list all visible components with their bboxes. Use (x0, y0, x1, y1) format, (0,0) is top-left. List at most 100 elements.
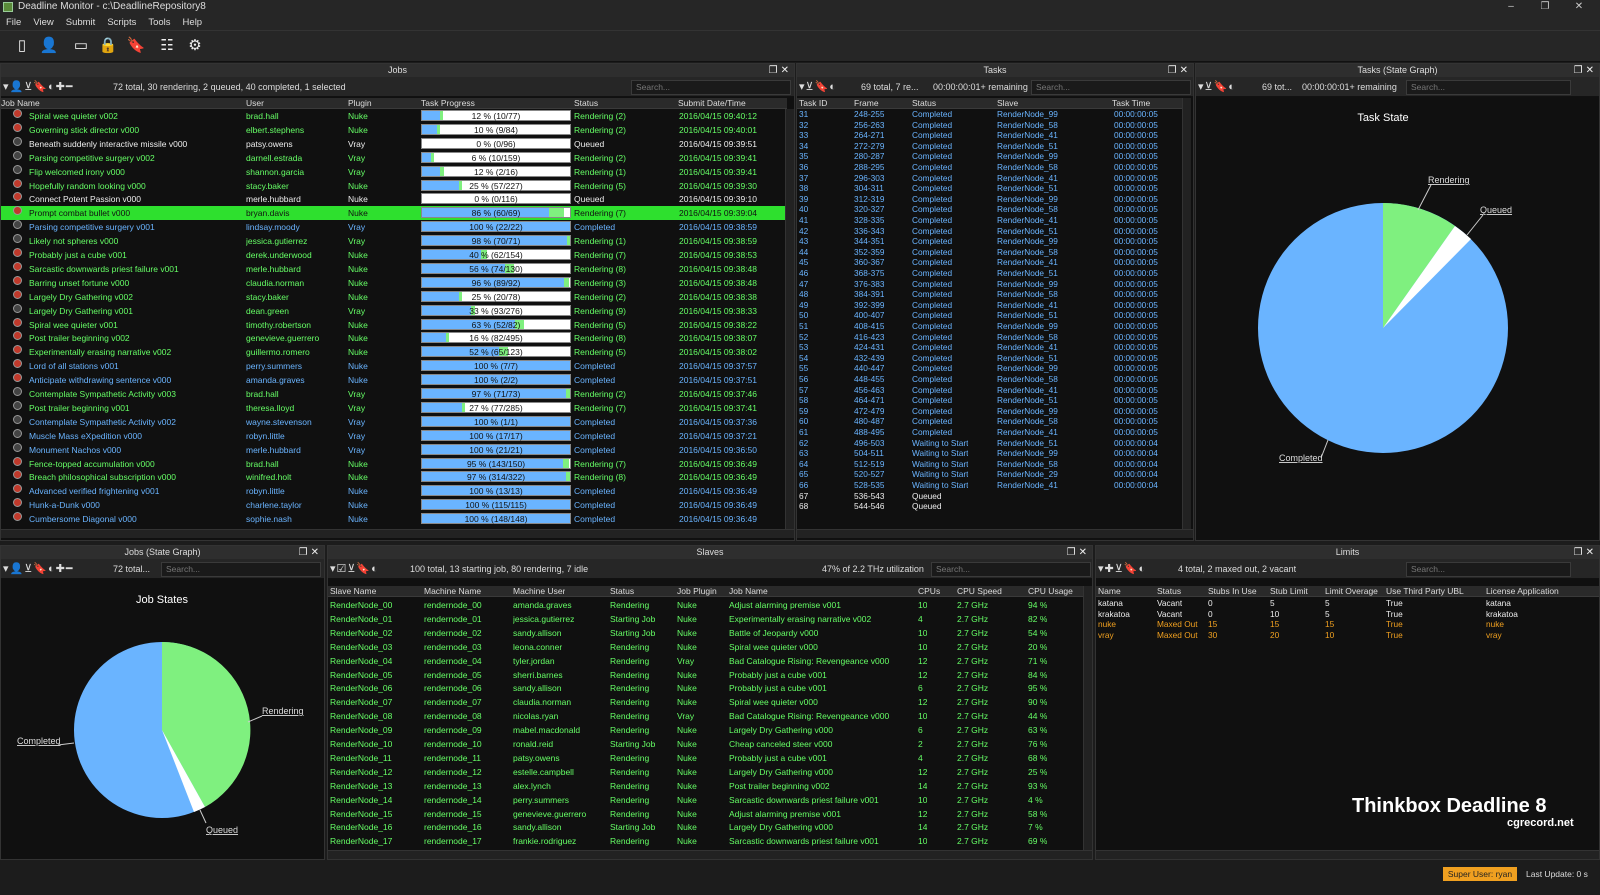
table-row[interactable]: 36 288-295 Completed RenderNode_58 00:00:00:… (797, 162, 1183, 173)
table-row[interactable]: nuke Maxed Out 15 15 15 True nuke (1096, 619, 1599, 630)
panel-float-close-icon[interactable]: ❐✕ (1168, 64, 1191, 77)
table-row[interactable]: 40 320-327 Completed RenderNode_58 00:00:00:… (797, 204, 1183, 215)
table-row[interactable]: 57 456-463 Completed RenderNode_41 00:00:00:… (797, 385, 1183, 396)
column-header-8[interactable]: CPU Usage (1028, 586, 1073, 597)
table-row[interactable]: 39 312-319 Completed RenderNode_99 00:00:00:… (797, 194, 1183, 205)
table-row[interactable]: Sarcastic downwards priest failure v001 m… (1, 261, 787, 276)
table-row[interactable]: Connect Potent Passion v000 merle.hubbard… (1, 192, 787, 206)
table-row[interactable]: Monument Nachos v000 merle.hubbard Vray Com… (1, 442, 787, 457)
column-header-0[interactable]: Task ID (799, 98, 827, 109)
column-header-1[interactable]: Status (1157, 586, 1181, 597)
column-header-1[interactable]: Machine Name (424, 586, 481, 597)
minimize-button[interactable]: – (1494, 0, 1528, 13)
slaves-toolbar-icons[interactable]: ▾☑⊻🔖◐ (330, 562, 379, 576)
table-row[interactable]: 49 392-399 Completed RenderNode_41 00:00:00:… (797, 300, 1183, 311)
table-row[interactable]: 52 416-423 Completed RenderNode_58 00:00:00:… (797, 332, 1183, 343)
column-header-0[interactable]: Job Name (1, 98, 40, 109)
table-row[interactable]: Parsing competitive surgery v002 darnell.… (1, 150, 787, 165)
table-row[interactable]: 59 472-479 Completed RenderNode_99 00:00:00:… (797, 406, 1183, 417)
table-row[interactable]: RenderNode_10 rendernode_10 ronald.reid Sta… (328, 737, 1083, 751)
column-header-0[interactable]: Slave Name (330, 586, 376, 597)
table-row[interactable]: 44 352-359 Completed RenderNode_58 00:00:00:… (797, 247, 1183, 258)
task-state-search-input[interactable]: Search... (1406, 80, 1571, 95)
table-row[interactable]: 42 336-343 Completed RenderNode_51 00:00:00:… (797, 226, 1183, 237)
table-row[interactable]: RenderNode_08 rendernode_08 nicolas.ryan Re… (328, 709, 1083, 723)
table-row[interactable]: 50 400-407 Completed RenderNode_51 00:00:00:… (797, 310, 1183, 321)
limits-horizontal-scrollbar[interactable] (1096, 850, 1599, 859)
bookmark-icon[interactable]: 🔖 (125, 36, 147, 56)
column-header-3[interactable]: Status (610, 586, 634, 597)
table-row[interactable]: Prompt combat bullet v000 bryan.davis Nuke… (1, 206, 787, 221)
column-header-4[interactable]: Limit Overage (1325, 586, 1378, 597)
table-row[interactable]: Spiral wee quieter v002 brad.hall Nuke Rend… (1, 109, 787, 123)
job-state-search-input[interactable]: Search... (161, 562, 321, 577)
limits-toolbar-icons[interactable]: ▾✚⊻🔖◐ (1098, 562, 1146, 576)
table-row[interactable]: RenderNode_06 rendernode_06 sandy.allison R… (328, 681, 1083, 695)
table-row[interactable]: 31 248-255 Completed RenderNode_99 00:00:00:… (797, 109, 1183, 120)
column-header-2[interactable]: Plugin (348, 98, 372, 109)
table-row[interactable]: RenderNode_00 rendernode_00 amanda.graves R… (328, 598, 1083, 612)
close-window-button[interactable]: ✕ (1562, 0, 1596, 13)
table-row[interactable]: vray Maxed Out 30 20 10 True vray (1096, 630, 1599, 641)
table-row[interactable]: 32 256-263 Completed RenderNode_58 00:00:00:… (797, 120, 1183, 131)
panel-float-close-icon[interactable]: ❐✕ (769, 64, 792, 77)
table-row[interactable]: RenderNode_11 rendernode_11 patsy.owens Ren… (328, 751, 1083, 765)
table-row[interactable]: Hunk-a-Dunk v000 charlene.taylor Nuke Compl… (1, 498, 787, 512)
table-row[interactable]: Fence-topped accumulation v000 brad.hall N… (1, 456, 787, 471)
table-row[interactable]: Governing stick director v000 elbert.step… (1, 122, 787, 137)
table-row[interactable]: Largely Dry Gathering v002 stacy.baker Nuk… (1, 289, 787, 304)
table-row[interactable]: 33 264-271 Completed RenderNode_41 00:00:00:… (797, 130, 1183, 141)
table-row[interactable]: 56 448-455 Completed RenderNode_58 00:00:00:… (797, 374, 1183, 385)
menu-scripts[interactable]: Scripts (101, 14, 142, 31)
table-row[interactable]: Cumbersome Diagonal v000 sophie.nash Nuke C… (1, 512, 787, 526)
table-row[interactable]: 65 520-527 Waiting to Start RenderNode_29 00… (797, 469, 1183, 480)
table-row[interactable]: 37 296-303 Completed RenderNode_41 00:00:00:… (797, 173, 1183, 184)
table-row[interactable]: Beneath suddenly interactive missile v00… (1, 136, 787, 151)
table-row[interactable]: RenderNode_15 rendernode_15 genevieve.guer… (328, 807, 1083, 821)
table-row[interactable]: Anticipate withdrawing sentence v000 aman… (1, 373, 787, 387)
jobs-vertical-scrollbar[interactable] (785, 109, 794, 529)
table-row[interactable]: katana Vacant 0 5 5 True katana (1096, 598, 1599, 609)
slaves-horizontal-scrollbar[interactable] (328, 850, 1092, 859)
table-row[interactable]: Flip welcomed irony v000 shannon.garcia Vr… (1, 164, 787, 179)
table-row[interactable]: Probably just a cube v001 derek.underwood… (1, 248, 787, 262)
table-row[interactable]: RenderNode_12 rendernode_12 estelle.campbe… (328, 765, 1083, 779)
column-header-3[interactable]: Slave (997, 98, 1018, 109)
user-icon[interactable]: 👤 (38, 36, 60, 56)
column-header-2[interactable]: Stubs In Use (1208, 586, 1257, 597)
table-row[interactable]: 43 344-351 Completed RenderNode_99 00:00:00:… (797, 236, 1183, 247)
menu-view[interactable]: View (27, 14, 59, 31)
table-row[interactable]: Contemplate Sympathetic Activity v002 way… (1, 414, 787, 429)
table-row[interactable]: Likely not spheres v000 jessica.gutierrez… (1, 234, 787, 248)
jobs-toolbar-icons[interactable]: ▾👤⊻🔖◐✚━ (3, 80, 73, 94)
table-row[interactable]: 38 304-311 Completed RenderNode_51 00:00:00:… (797, 183, 1183, 194)
table-row[interactable]: 34 272-279 Completed RenderNode_51 00:00:00:… (797, 141, 1183, 152)
table-row[interactable]: 63 504-511 Waiting to Start RenderNode_99 00… (797, 448, 1183, 459)
table-row[interactable]: 45 360-367 Completed RenderNode_41 00:00:00:… (797, 257, 1183, 268)
monitor-icon[interactable]: ▭ (70, 36, 92, 56)
table-row[interactable]: Lord of all stations v001 perry.summers Nu… (1, 359, 787, 373)
table-row[interactable]: RenderNode_07 rendernode_07 claudia.norman… (328, 695, 1083, 709)
panel-float-close-icon[interactable]: ❐✕ (1067, 546, 1090, 559)
table-row[interactable]: 51 408-415 Completed RenderNode_99 00:00:00:… (797, 321, 1183, 332)
tasks-search-input[interactable]: Search... (1031, 80, 1191, 95)
panel-float-close-icon[interactable]: ❐✕ (1574, 546, 1597, 559)
table-row[interactable]: Experimentally erasing narrative v002 gui… (1, 345, 787, 359)
table-row[interactable]: 55 440-447 Completed RenderNode_99 00:00:00:… (797, 363, 1183, 374)
table-row[interactable]: Post trailer beginning v002 genevieve.gue… (1, 331, 787, 345)
table-row[interactable]: RenderNode_02 rendernode_02 sandy.allison S… (328, 626, 1083, 640)
table-row[interactable]: RenderNode_03 rendernode_03 leona.conner Re… (328, 640, 1083, 654)
job-state-toolbar-icons[interactable]: ▾👤⊻🔖◐✚━ (3, 562, 73, 576)
menu-help[interactable]: Help (177, 14, 209, 31)
table-row[interactable]: 35 280-287 Completed RenderNode_99 00:00:00:… (797, 151, 1183, 162)
column-header-4[interactable]: Job Plugin (677, 586, 717, 597)
table-row[interactable]: 48 384-391 Completed RenderNode_58 00:00:00:… (797, 289, 1183, 300)
table-row[interactable]: Contemplate Sympathetic Activity v003 bra… (1, 387, 787, 401)
table-row[interactable]: Spiral wee quieter v001 timothy.robertson… (1, 317, 787, 332)
lock-icon[interactable]: 🔒 (97, 36, 119, 56)
slaves-vertical-scrollbar[interactable] (1083, 586, 1092, 850)
column-header-1[interactable]: Frame (854, 98, 879, 109)
menu-submit[interactable]: Submit (60, 14, 102, 31)
table-row[interactable]: RenderNode_14 rendernode_14 perry.summers R… (328, 793, 1083, 807)
table-row[interactable]: 53 424-431 Completed RenderNode_41 00:00:00:… (797, 342, 1183, 353)
